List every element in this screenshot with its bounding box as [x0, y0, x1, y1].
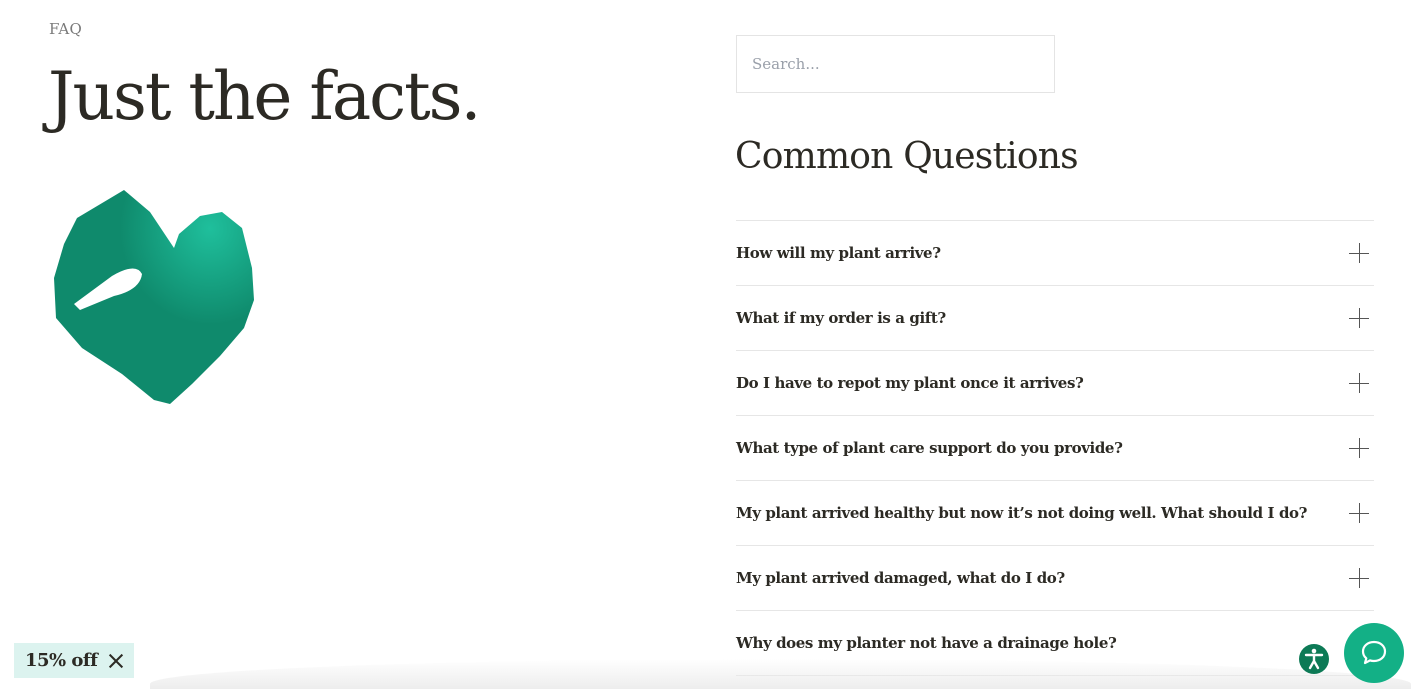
- faq-item[interactable]: Do I have to repot my plant once it arri…: [736, 351, 1374, 416]
- monstera-leaf-icon: [54, 190, 254, 404]
- page-title: Just the facts.: [48, 58, 482, 135]
- faq-eyebrow: FAQ: [49, 20, 83, 38]
- accessibility-button[interactable]: [1299, 644, 1329, 674]
- chat-bubble-icon: [1361, 640, 1387, 665]
- faq-question: My plant arrived damaged, what do I do?: [736, 569, 1065, 587]
- chat-button[interactable]: [1344, 623, 1404, 683]
- close-icon[interactable]: [109, 654, 123, 668]
- accessibility-icon: [1304, 648, 1324, 670]
- faq-question: What type of plant care support do you p…: [736, 439, 1123, 457]
- faq-item[interactable]: What if my order is a gift?: [736, 286, 1374, 351]
- section-title: Common Questions: [735, 136, 1079, 177]
- search-input[interactable]: [736, 35, 1055, 93]
- faq-item[interactable]: My plant arrived damaged, what do I do?: [736, 546, 1374, 611]
- faq-question: My plant arrived healthy but now it’s no…: [736, 504, 1308, 522]
- faq-item[interactable]: My plant arrived healthy but now it’s no…: [736, 481, 1374, 546]
- faq-question: What if my order is a gift?: [736, 309, 946, 327]
- promo-label[interactable]: 15% off: [25, 650, 98, 671]
- plus-icon[interactable]: [1349, 568, 1369, 588]
- plus-icon[interactable]: [1349, 503, 1369, 523]
- promo-badge[interactable]: 15% off: [14, 643, 134, 678]
- faq-item[interactable]: How will my plant arrive?: [736, 221, 1374, 286]
- plus-icon[interactable]: [1349, 373, 1369, 393]
- faq-list: How will my plant arrive? What if my ord…: [736, 220, 1374, 676]
- plus-icon[interactable]: [1349, 308, 1369, 328]
- faq-question: Why does my planter not have a drainage …: [736, 634, 1117, 652]
- faq-question: Do I have to repot my plant once it arri…: [736, 374, 1084, 392]
- plus-icon[interactable]: [1349, 243, 1369, 263]
- faq-question: How will my plant arrive?: [736, 244, 941, 262]
- plus-icon[interactable]: [1349, 438, 1369, 458]
- faq-item[interactable]: What type of plant care support do you p…: [736, 416, 1374, 481]
